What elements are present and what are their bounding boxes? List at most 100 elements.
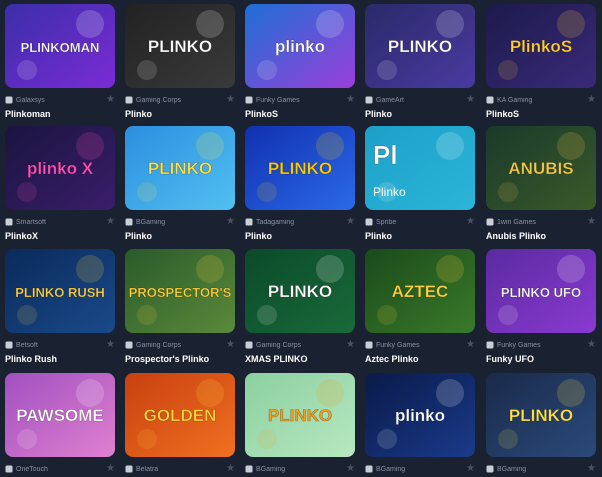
game-thumbnail[interactable]: plinko xyxy=(365,373,475,457)
provider-name[interactable]: Betsoft xyxy=(16,342,38,349)
game-thumbnail[interactable]: PlinkoS xyxy=(486,4,596,88)
game-thumbnail[interactable]: PLINKO xyxy=(365,4,475,88)
game-title[interactable]: XMAS PLINKO xyxy=(245,353,355,365)
game-thumbnail[interactable]: AZTEC xyxy=(365,249,475,333)
game-thumbnail[interactable]: PLINKOMAN xyxy=(5,4,115,88)
game-title[interactable]: Plinkoman xyxy=(5,108,115,120)
game-title[interactable]: Plinko xyxy=(245,230,355,242)
game-card[interactable]: GOLDEN Belatra ★ xyxy=(125,373,235,477)
game-title[interactable]: Aztec Plinko xyxy=(365,353,475,365)
game-card[interactable]: PLINKO BGaming ★ xyxy=(486,373,596,477)
star-icon[interactable]: ★ xyxy=(106,338,115,352)
star-icon[interactable]: ★ xyxy=(106,93,115,107)
game-card[interactable]: PLINKO BGaming ★ xyxy=(245,373,355,477)
game-title[interactable]: Plinko xyxy=(125,230,235,242)
game-thumbnail[interactable]: ANUBIS xyxy=(486,126,596,210)
game-thumbnail[interactable]: PLINKO xyxy=(245,126,355,210)
game-card[interactable]: Pl Plinko Spribe ★ Plinko xyxy=(365,126,475,242)
star-icon[interactable]: ★ xyxy=(466,93,475,107)
provider-name[interactable]: OneTouch xyxy=(16,466,48,473)
provider-name[interactable]: KA Gaming xyxy=(497,97,532,104)
game-thumbnail[interactable]: PLINKO xyxy=(125,4,235,88)
provider-name[interactable]: GameArt xyxy=(376,97,404,104)
star-icon[interactable]: ★ xyxy=(466,462,475,476)
star-icon[interactable]: ★ xyxy=(106,215,115,229)
game-card[interactable]: PAWSOME OneTouch ★ xyxy=(5,373,115,477)
game-art-text: PLINKOMAN xyxy=(21,40,100,55)
game-card[interactable]: ANUBIS 1win Games ★ Anubis Plinko xyxy=(486,126,596,242)
star-icon[interactable]: ★ xyxy=(346,93,355,107)
game-thumbnail[interactable]: PAWSOME xyxy=(5,373,115,457)
game-thumbnail[interactable]: PROSPECTOR'S xyxy=(125,249,235,333)
game-title[interactable]: PlinkoS xyxy=(486,108,596,120)
star-icon[interactable]: ★ xyxy=(466,215,475,229)
game-title[interactable]: Plinko xyxy=(365,108,475,120)
game-card[interactable]: PLINKO BGaming ★ Plinko xyxy=(125,126,235,242)
game-title[interactable]: Plinko xyxy=(365,230,475,242)
provider-name[interactable]: Tadagaming xyxy=(256,219,294,226)
game-title[interactable]: Plinko Rush xyxy=(5,353,115,365)
star-icon[interactable]: ★ xyxy=(226,462,235,476)
star-icon[interactable]: ★ xyxy=(226,338,235,352)
funky-games-icon xyxy=(365,341,373,349)
provider-name[interactable]: BGaming xyxy=(136,219,165,226)
game-thumbnail[interactable]: plinko xyxy=(245,4,355,88)
game-title[interactable]: Plinko xyxy=(125,108,235,120)
star-icon[interactable]: ★ xyxy=(587,338,596,352)
game-card[interactable]: PLINKO Tadagaming ★ Plinko xyxy=(245,126,355,242)
provider-name[interactable]: BGaming xyxy=(376,466,405,473)
provider-name[interactable]: BGaming xyxy=(256,466,285,473)
provider-name[interactable]: Smartsoft xyxy=(16,219,46,226)
provider-name[interactable]: BGaming xyxy=(497,466,526,473)
provider-name[interactable]: 1win Games xyxy=(497,219,536,226)
game-card[interactable]: PLINKOMAN Galaxsys ★ Plinkoman xyxy=(5,4,115,120)
provider-name[interactable]: Gaming Corps xyxy=(136,342,181,349)
game-thumbnail[interactable]: PLINKO UFO xyxy=(486,249,596,333)
provider-name[interactable]: Funky Games xyxy=(376,342,420,349)
game-card[interactable]: plinko X Smartsoft ★ PlinkoX xyxy=(5,126,115,242)
game-card[interactable]: PLINKO GameArt ★ Plinko xyxy=(365,4,475,120)
game-card[interactable]: PLINKO Gaming Corps ★ XMAS PLINKO xyxy=(245,249,355,365)
star-icon[interactable]: ★ xyxy=(587,215,596,229)
star-icon[interactable]: ★ xyxy=(346,215,355,229)
game-title[interactable]: PlinkoS xyxy=(245,108,355,120)
star-icon[interactable]: ★ xyxy=(226,215,235,229)
star-icon[interactable]: ★ xyxy=(346,462,355,476)
tadagaming-icon xyxy=(245,218,253,226)
star-icon[interactable]: ★ xyxy=(587,462,596,476)
provider-name[interactable]: Galaxsys xyxy=(16,97,45,104)
game-thumbnail[interactable]: Pl Plinko xyxy=(365,126,475,210)
provider-name[interactable]: Gaming Corps xyxy=(136,97,181,104)
game-art: PLINKO RUSH xyxy=(5,249,115,333)
game-card[interactable]: PLINKO UFO Funky Games ★ Funky UFO xyxy=(486,249,596,365)
provider-name[interactable]: Funky Games xyxy=(497,342,541,349)
game-card[interactable]: PLINKO Gaming Corps ★ Plinko xyxy=(125,4,235,120)
provider-name[interactable]: Belatra xyxy=(136,466,158,473)
game-card[interactable]: AZTEC Funky Games ★ Aztec Plinko xyxy=(365,249,475,365)
game-thumbnail[interactable]: PLINKO xyxy=(245,373,355,457)
game-title[interactable]: Prospector's Plinko xyxy=(125,353,235,365)
game-card[interactable]: plinko Funky Games ★ PlinkoS xyxy=(245,4,355,120)
provider-name[interactable]: Gaming Corps xyxy=(256,342,301,349)
star-icon[interactable]: ★ xyxy=(106,462,115,476)
game-card[interactable]: PlinkoS KA Gaming ★ PlinkoS xyxy=(486,4,596,120)
game-thumbnail[interactable]: PLINKO xyxy=(486,373,596,457)
provider-name[interactable]: Funky Games xyxy=(256,97,300,104)
game-title[interactable]: Anubis Plinko xyxy=(486,230,596,242)
game-title[interactable]: Funky UFO xyxy=(486,353,596,365)
game-thumbnail[interactable]: GOLDEN xyxy=(125,373,235,457)
game-card[interactable]: plinko BGaming ★ xyxy=(365,373,475,477)
game-card[interactable]: PLINKO RUSH Betsoft ★ Plinko Rush xyxy=(5,249,115,365)
star-icon[interactable]: ★ xyxy=(346,338,355,352)
game-thumbnail[interactable]: PLINKO xyxy=(245,249,355,333)
game-card[interactable]: PROSPECTOR'S Gaming Corps ★ Prospector's P… xyxy=(125,249,235,365)
provider-name[interactable]: Spribe xyxy=(376,219,396,226)
smartsoft-icon xyxy=(5,218,13,226)
game-thumbnail[interactable]: PLINKO xyxy=(125,126,235,210)
game-title[interactable]: PlinkoX xyxy=(5,230,115,242)
star-icon[interactable]: ★ xyxy=(226,93,235,107)
game-thumbnail[interactable]: PLINKO RUSH xyxy=(5,249,115,333)
game-thumbnail[interactable]: plinko X xyxy=(5,126,115,210)
star-icon[interactable]: ★ xyxy=(587,93,596,107)
star-icon[interactable]: ★ xyxy=(466,338,475,352)
